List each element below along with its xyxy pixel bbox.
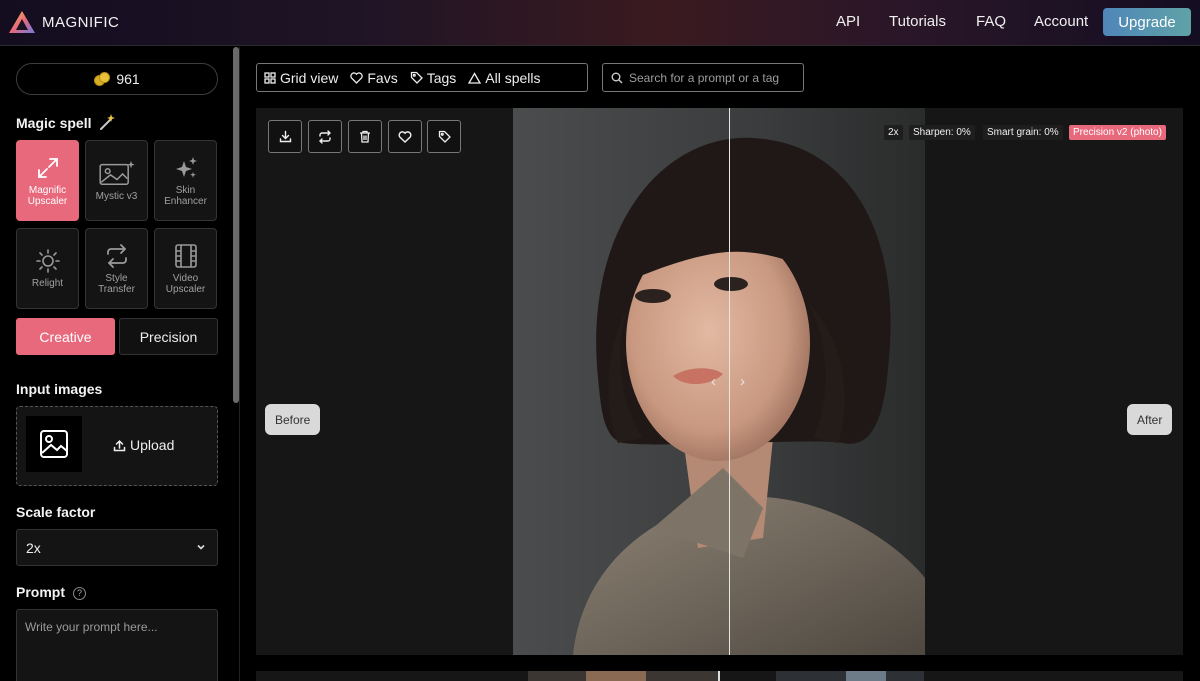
tags-button[interactable]: Tags — [410, 69, 457, 86]
top-navigation-bar: MAGNIFIC API Tutorials FAQ Account Upgra… — [0, 0, 1200, 46]
heart-icon — [350, 71, 364, 84]
search-icon — [611, 72, 623, 83]
film-icon — [174, 243, 197, 268]
chevron-left-icon[interactable]: ‹ — [711, 373, 716, 390]
spell-skin-enhancer[interactable]: Skin Enhancer — [154, 140, 217, 221]
grid-icon — [264, 71, 276, 84]
portrait-image — [513, 108, 925, 655]
nav-faq-link[interactable]: FAQ — [976, 13, 1006, 30]
credits-count: 961 — [116, 71, 140, 87]
spell-magnific-upscaler[interactable]: Magnific Upscaler — [16, 140, 79, 221]
next-result-preview[interactable] — [256, 671, 1183, 681]
coins-icon — [94, 72, 111, 86]
sparkles-icon — [175, 156, 197, 178]
spell-mystic-v3[interactable]: Mystic v3 — [85, 140, 148, 221]
comparison-divider[interactable] — [729, 108, 730, 655]
precision-mode-button[interactable]: Precision — [119, 318, 218, 355]
input-images-heading: Input images — [16, 381, 103, 397]
magic-wand-icon — [100, 114, 116, 130]
upload-label: Upload — [130, 437, 175, 453]
scale-factor-heading: Scale factor — [16, 504, 96, 520]
magnific-logo-icon[interactable] — [8, 10, 36, 34]
swap-arrows-icon — [106, 243, 127, 268]
search-input[interactable] — [629, 70, 799, 85]
scale-tag: 2x — [884, 125, 903, 140]
all-spells-label: All spells — [485, 69, 541, 86]
image-comparison-viewer: ‹ › 2x Sharpen: 0% Smart grain: 0% Preci… — [256, 108, 1183, 655]
swap-arrows-icon — [319, 129, 331, 144]
all-spells-button[interactable]: All spells — [468, 69, 541, 86]
spell-video-upscaler[interactable]: Video Upscaler — [154, 228, 217, 309]
favs-label: Favs — [367, 69, 398, 86]
nav-tutorials-link[interactable]: Tutorials — [889, 13, 946, 30]
upgrade-button[interactable]: Upgrade — [1103, 8, 1191, 36]
filter-bar: Grid view Favs Tags All spells — [256, 63, 588, 92]
swap-button[interactable] — [308, 120, 342, 153]
spell-relight[interactable]: Relight — [16, 228, 79, 309]
image-dropzone[interactable]: Upload — [16, 406, 218, 486]
chevron-right-icon[interactable]: › — [740, 373, 745, 390]
image-sparkle-icon — [98, 160, 135, 185]
magic-spell-heading: Magic spell — [16, 113, 116, 131]
sidebar: 961 Magic spell Magnific Upscaler Mystic… — [0, 47, 240, 681]
spell-label: Style Transfer — [98, 272, 135, 295]
mode-toggle: Creative Precision — [16, 318, 218, 355]
sharpen-tag: Sharpen: 0% — [909, 125, 975, 140]
help-icon[interactable]: ? — [73, 586, 86, 600]
scale-factor-value: 2x — [26, 539, 41, 556]
scale-factor-select[interactable]: 2x — [16, 529, 218, 566]
spell-label: Magnific Upscaler — [27, 184, 68, 207]
upload-button[interactable]: Upload — [113, 437, 174, 453]
engine-tag: Precision v2 (photo) — [1069, 125, 1166, 140]
spell-label: Video Upscaler — [165, 272, 206, 295]
after-label: After — [1127, 404, 1173, 435]
prompt-input[interactable] — [16, 609, 218, 681]
nav-api-link[interactable]: API — [836, 13, 860, 30]
grid-view-label: Grid view — [280, 69, 339, 86]
magic-spell-title: Magic spell — [16, 115, 92, 131]
smart-grain-tag: Smart grain: 0% — [983, 125, 1063, 140]
sun-icon — [35, 249, 60, 273]
favs-button[interactable]: Favs — [350, 69, 398, 86]
spell-label: Skin Enhancer — [164, 184, 207, 207]
chevron-down-icon — [197, 544, 205, 550]
portrait-photo[interactable] — [513, 108, 925, 655]
nav-account-link[interactable]: Account — [1034, 13, 1088, 30]
credits-display[interactable]: 961 — [16, 63, 218, 95]
trash-icon — [360, 130, 370, 143]
spell-label: Mystic v3 — [95, 191, 138, 202]
spell-style-transfer[interactable]: Style Transfer — [85, 228, 148, 309]
spell-label: Relight — [31, 278, 64, 289]
creative-mode-button[interactable]: Creative — [16, 318, 115, 355]
upload-icon — [113, 439, 126, 451]
expand-arrows-icon — [37, 157, 58, 178]
tag-icon — [410, 71, 423, 84]
download-icon — [279, 130, 291, 143]
spell-grid: Magnific Upscaler Mystic v3 Skin Enhance… — [16, 140, 218, 309]
image-icon — [40, 430, 68, 458]
prompt-title: Prompt — [16, 584, 65, 600]
download-button[interactable] — [268, 120, 302, 153]
brand-name[interactable]: MAGNIFIC — [42, 14, 119, 31]
before-label: Before — [265, 404, 321, 435]
tag-button[interactable] — [427, 120, 461, 153]
heart-icon — [398, 130, 412, 143]
tags-label: Tags — [426, 69, 457, 86]
prompt-heading: Prompt? — [16, 584, 86, 600]
triangle-icon — [468, 71, 482, 84]
search-box — [602, 63, 804, 92]
delete-button[interactable] — [348, 120, 382, 153]
image-placeholder — [26, 416, 82, 472]
sidebar-scrollbar[interactable] — [233, 47, 239, 403]
favorite-button[interactable] — [388, 120, 422, 153]
tag-icon — [438, 130, 451, 143]
grid-view-button[interactable]: Grid view — [264, 70, 338, 86]
